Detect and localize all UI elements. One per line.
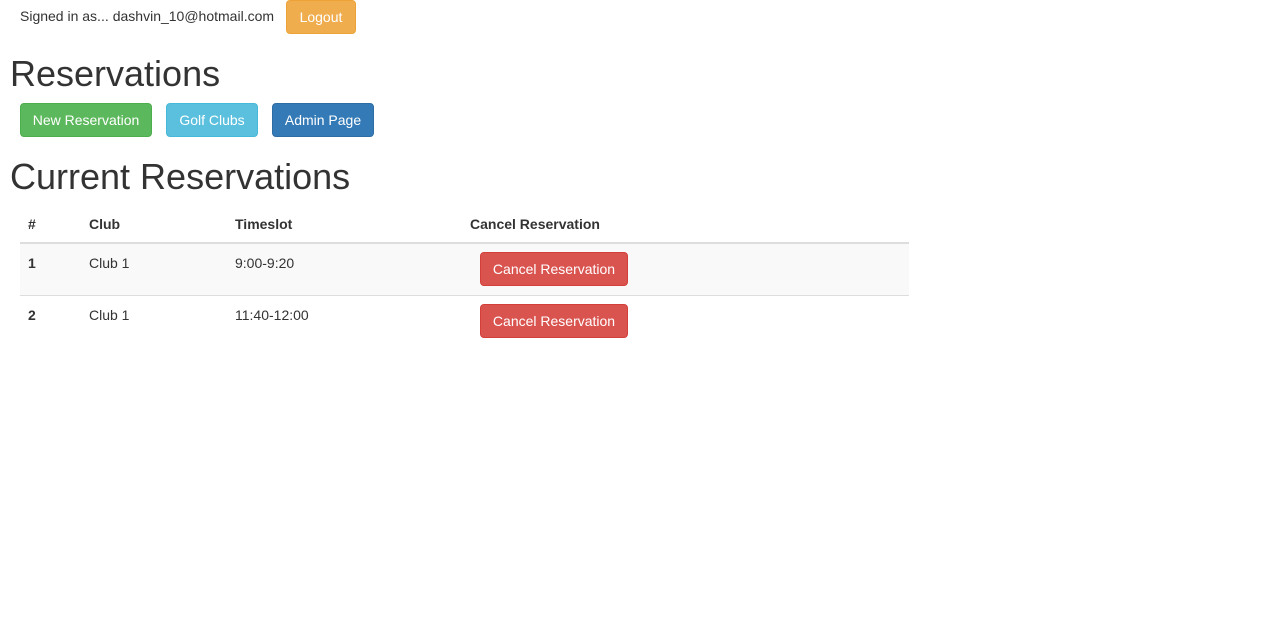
- column-header-timeslot: Timeslot: [227, 205, 462, 244]
- row-number: 2: [20, 295, 81, 347]
- table-row: 1 Club 1 9:00-9:20 Cancel Reservation: [20, 242, 909, 296]
- row-club: Club 1: [81, 242, 227, 296]
- row-action: Cancel Reservation: [462, 242, 909, 296]
- cancel-reservation-button[interactable]: Cancel Reservation: [480, 252, 628, 286]
- table-header-row: # Club Timeslot Cancel Reservation: [20, 205, 909, 244]
- nav-buttons: New Reservation Golf Clubs Admin Page: [20, 103, 388, 137]
- page: Signed in as... dashvin_10@hotmail.com Lo…: [0, 0, 1280, 619]
- cancel-reservation-button[interactable]: Cancel Reservation: [480, 304, 628, 338]
- column-header-number: #: [20, 205, 81, 244]
- new-reservation-button[interactable]: New Reservation: [20, 103, 152, 137]
- page-title: Reservations: [10, 53, 221, 94]
- row-timeslot: 9:00-9:20: [227, 242, 462, 296]
- golf-clubs-button[interactable]: Golf Clubs: [166, 103, 258, 137]
- column-header-cancel: Cancel Reservation: [462, 205, 909, 244]
- topbar: Signed in as... dashvin_10@hotmail.com: [20, 0, 274, 34]
- admin-page-button[interactable]: Admin Page: [272, 103, 374, 137]
- column-header-club: Club: [81, 205, 227, 244]
- table-row: 2 Club 1 11:40-12:00 Cancel Reservation: [20, 295, 909, 347]
- signed-in-status: Signed in as... dashvin_10@hotmail.com: [20, 8, 274, 24]
- logout-button[interactable]: Logout: [286, 0, 356, 34]
- row-action: Cancel Reservation: [462, 295, 909, 347]
- reservations-table: # Club Timeslot Cancel Reservation 1 Clu…: [20, 205, 909, 347]
- row-club: Club 1: [81, 295, 227, 347]
- signed-in-prefix: Signed in as...: [20, 8, 109, 24]
- current-reservations-title: Current Reservations: [10, 156, 351, 197]
- row-timeslot: 11:40-12:00: [227, 295, 462, 347]
- row-number: 1: [20, 242, 81, 296]
- user-email: dashvin_10@hotmail.com: [112, 8, 275, 24]
